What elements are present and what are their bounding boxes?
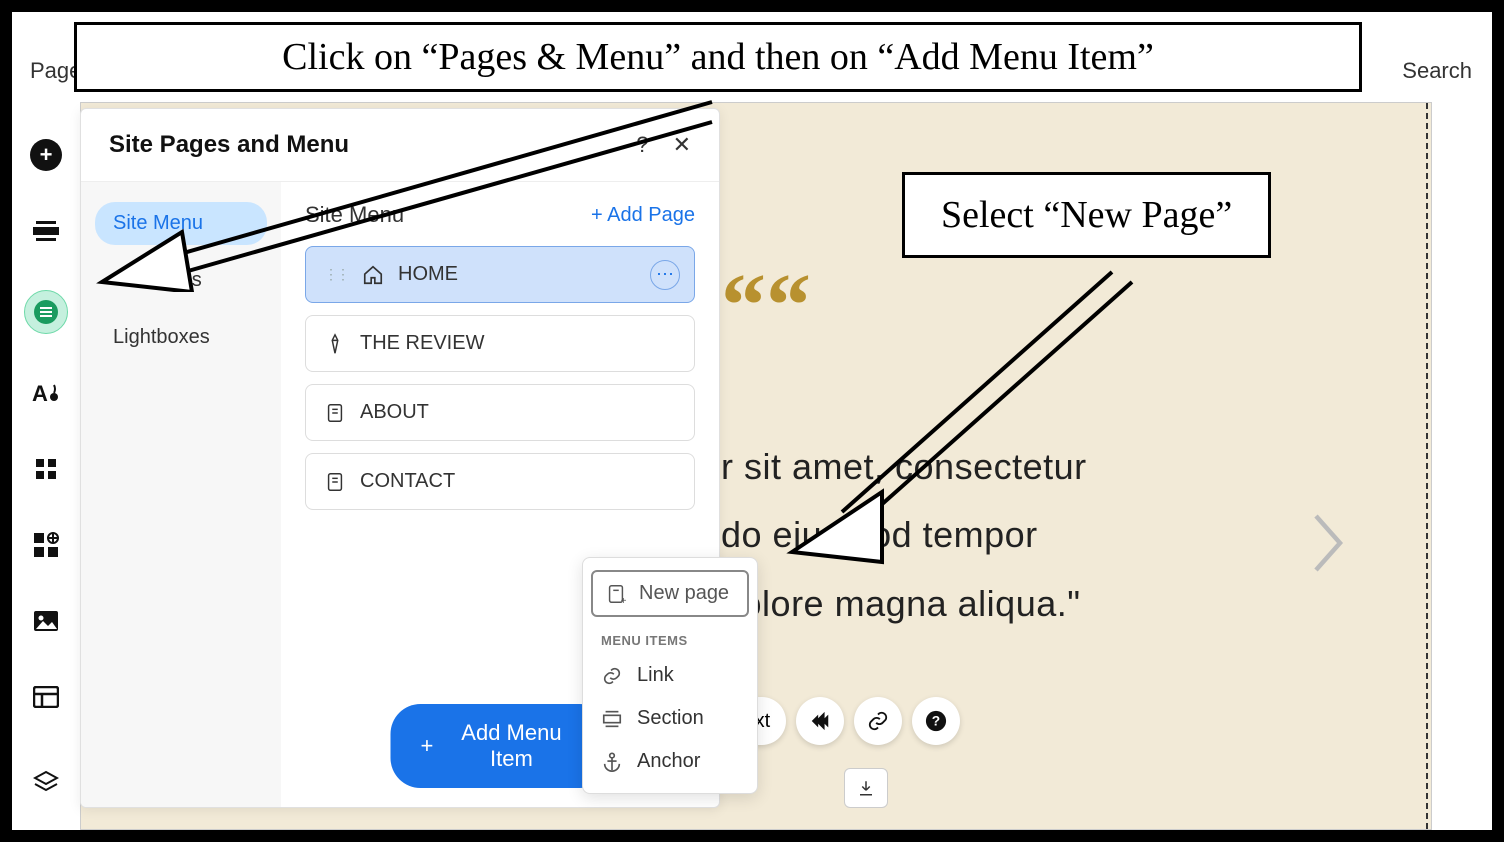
text-line: r sit amet, consectetur: [721, 433, 1087, 501]
site-menu-heading: Site Menu: [305, 202, 404, 228]
placeholder-text[interactable]: r sit amet, consectetur do eiusmod tempo…: [721, 433, 1087, 638]
new-page-icon: +: [605, 583, 627, 605]
nav-pages[interactable]: Pages: [95, 259, 267, 302]
panel-help-icon[interactable]: ?: [636, 132, 648, 158]
text-line: dolore magna aliqua.": [721, 570, 1087, 638]
cms-icon[interactable]: [29, 680, 63, 714]
layers-icon[interactable]: [29, 766, 63, 800]
panel-header: Site Pages and Menu ? ✕: [81, 109, 719, 182]
section-icon: [601, 708, 623, 730]
nav-site-menu[interactable]: Site Menu: [95, 202, 267, 245]
quote-decoration: ““: [721, 283, 811, 328]
link-icon: [601, 665, 623, 687]
popover-section-label: Section: [637, 707, 704, 730]
page-label: ABOUT: [360, 401, 429, 424]
popover-anchor-label: Anchor: [637, 750, 700, 773]
page-icon: [324, 471, 346, 493]
left-tool-rail: + A: [12, 102, 80, 830]
app-market-icon[interactable]: [29, 528, 63, 562]
add-menu-item-button[interactable]: + Add Menu Item: [391, 704, 610, 788]
topbar-search[interactable]: Search: [1402, 58, 1472, 84]
panel-title: Site Pages and Menu: [109, 131, 349, 159]
sections-icon[interactable]: [29, 214, 63, 248]
add-icon[interactable]: +: [29, 138, 63, 172]
plus-icon: +: [421, 733, 434, 759]
drag-handle-icon[interactable]: ⋮⋮: [324, 266, 348, 283]
page-item-about[interactable]: ABOUT: [305, 384, 695, 441]
pages-menu-icon[interactable]: [24, 290, 68, 334]
page-item-review[interactable]: THE REVIEW: [305, 315, 695, 372]
add-page-link[interactable]: + Add Page: [591, 204, 695, 227]
popover-section[interactable]: Section: [583, 697, 757, 740]
download-icon[interactable]: [844, 768, 888, 808]
svg-text:+: +: [621, 596, 627, 605]
animation-icon[interactable]: [796, 697, 844, 745]
page-label: THE REVIEW: [360, 332, 484, 355]
panel-left-nav: Site Menu Pages Lightboxes: [81, 182, 281, 808]
panel-close-icon[interactable]: ✕: [673, 132, 691, 158]
svg-text:A: A: [32, 381, 48, 406]
page-more-icon[interactable]: ⋯: [650, 260, 680, 290]
page-icon: [324, 402, 346, 424]
page-label: HOME: [398, 263, 458, 286]
next-slide-chevron-icon[interactable]: [1310, 513, 1346, 573]
instruction-callout-1: Click on “Pages & Menu” and then on “Add…: [74, 22, 1362, 92]
link-icon[interactable]: [854, 697, 902, 745]
home-icon: [362, 264, 384, 286]
popover-anchor[interactable]: Anchor: [583, 740, 757, 783]
page-label: CONTACT: [360, 470, 455, 493]
popover-link-label: Link: [637, 664, 674, 687]
help-icon[interactable]: ?: [912, 697, 960, 745]
add-menu-item-label: Add Menu Item: [443, 720, 579, 772]
anchor-icon: [601, 751, 623, 773]
new-page-label: New page: [639, 582, 729, 605]
popover-new-page[interactable]: + New page: [591, 570, 749, 617]
popover-section-label: MENU ITEMS: [583, 619, 757, 654]
add-menu-item-popover: + New page MENU ITEMS Link Section Ancho…: [582, 557, 758, 794]
instruction-callout-2: Select “New Page”: [902, 172, 1271, 258]
design-icon[interactable]: A: [29, 376, 63, 410]
text-line: do eiusmod tempor: [721, 501, 1087, 569]
apps-icon[interactable]: [29, 452, 63, 486]
media-icon[interactable]: [29, 604, 63, 638]
popover-link[interactable]: Link: [583, 654, 757, 697]
pen-icon: [324, 333, 346, 355]
page-item-home[interactable]: ⋮⋮ HOME ⋯: [305, 246, 695, 303]
nav-lightboxes[interactable]: Lightboxes: [95, 316, 267, 359]
page-item-contact[interactable]: CONTACT: [305, 453, 695, 510]
svg-text:?: ?: [932, 714, 940, 729]
